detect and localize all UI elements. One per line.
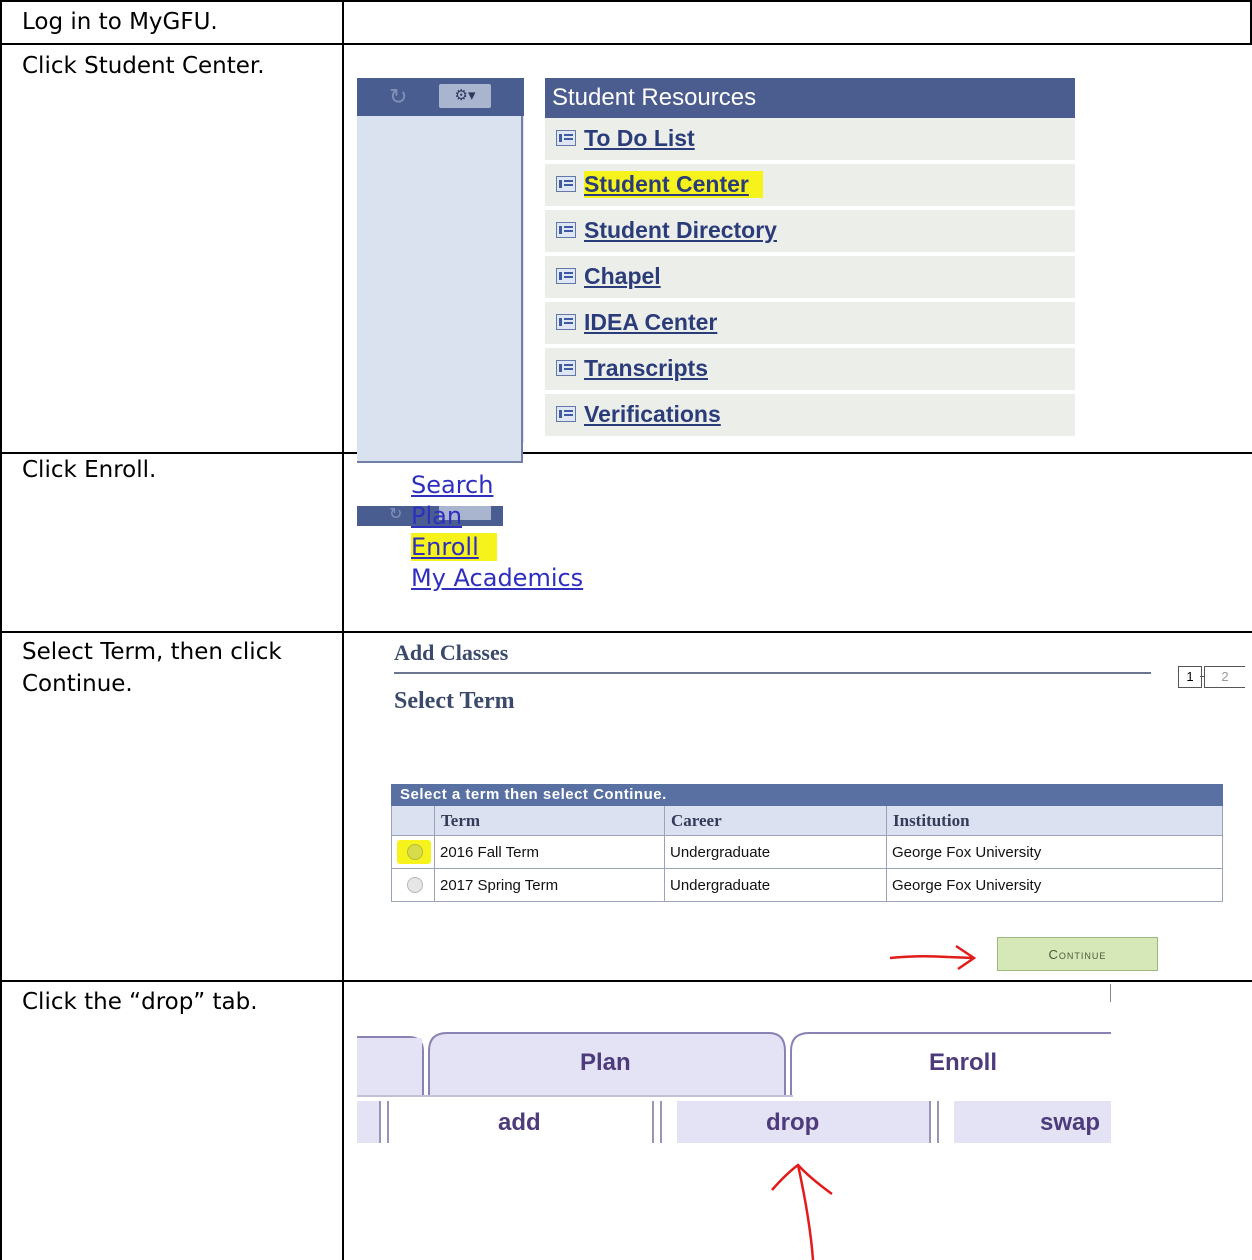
term-cell: 2017 Spring Term [435, 869, 665, 902]
table-border-left [0, 0, 2, 1260]
row-divider [0, 631, 1252, 633]
divider [1110, 984, 1111, 1002]
settings-gear-icon[interactable]: ⚙▾ [439, 84, 491, 108]
student-directory-link[interactable]: Student Directory [584, 217, 777, 244]
resource-row[interactable]: IDEA Center [545, 302, 1075, 346]
idea-center-link[interactable]: IDEA Center [584, 309, 717, 336]
tab-outlines [357, 1032, 1111, 1097]
sub-tab-edge [357, 1101, 379, 1143]
column-header-term: Term [435, 806, 665, 836]
resource-row[interactable]: Chapel [545, 256, 1075, 300]
career-cell: Undergraduate [665, 836, 887, 869]
tab-separator [379, 1101, 389, 1143]
row-divider [0, 980, 1252, 982]
student-resources-pagelet: Student Resources To Do List Student Cen… [545, 78, 1075, 446]
pagelet-body [357, 116, 523, 463]
term-table-caption: Select a term then select Continue. [391, 784, 1223, 806]
step-4-text: Select Term, then click Continue. [22, 639, 282, 697]
page-list-icon [556, 222, 576, 238]
chapel-link[interactable]: Chapel [584, 263, 661, 290]
enrollment-tabs: Plan Enroll add drop swap [357, 1025, 1111, 1155]
sub-tab-drop[interactable]: drop [766, 1109, 819, 1137]
page-list-icon [556, 406, 576, 422]
refresh-icon[interactable]: ↻ [389, 84, 407, 110]
pagelet-header: ↻ ⚙▾ [357, 78, 524, 116]
page-list-icon [556, 314, 576, 330]
page-list-icon [556, 360, 576, 376]
refresh-icon[interactable]: ↻ [389, 504, 402, 524]
term-radio-spring-2017[interactable] [407, 877, 423, 893]
resource-row[interactable]: Verifications [545, 394, 1075, 438]
row-divider [0, 43, 1252, 45]
radio-column-header [391, 806, 435, 836]
resource-row[interactable]: To Do List [545, 118, 1075, 162]
tab-enroll[interactable]: Enroll [929, 1049, 997, 1077]
tab-separator [652, 1101, 662, 1143]
page-list-icon [556, 130, 576, 146]
resource-row[interactable]: Student Center [545, 164, 1075, 208]
institution-cell: George Fox University [887, 869, 1223, 902]
transcripts-link[interactable]: Transcripts [584, 355, 708, 382]
portal-side-pagelet: ↻ ⚙▾ ↻ [357, 78, 524, 526]
column-header-career: Career [665, 806, 887, 836]
page-list-icon [556, 176, 576, 192]
resource-row[interactable]: Student Directory [545, 210, 1075, 254]
table-column-divider [342, 0, 344, 1260]
student-center-link[interactable]: Student Center [584, 171, 763, 198]
institution-cell: George Fox University [887, 836, 1223, 869]
enroll-link[interactable]: Enroll [411, 533, 497, 561]
red-arrow-up-icon [771, 1163, 833, 1260]
red-arrow-right-icon [889, 944, 977, 971]
page-list-icon [556, 268, 576, 284]
term-table: Select a term then select Continue. Term… [391, 784, 1223, 905]
career-cell: Undergraduate [665, 869, 887, 902]
step-5-text: Click the “drop” tab. [22, 989, 258, 1015]
resource-row[interactable]: Transcripts [545, 348, 1075, 392]
tab-separator [929, 1101, 939, 1143]
add-classes-title: Add Classes [394, 640, 509, 665]
select-term-title: Select Term [394, 688, 515, 714]
continue-button[interactable]: Continue [997, 937, 1158, 971]
table-row-radio-cell [391, 869, 435, 902]
search-link[interactable]: Search [411, 471, 493, 499]
step-indicator-2: 2 [1204, 666, 1245, 688]
term-cell: 2016 Fall Term [435, 836, 665, 869]
title-rule [394, 672, 1151, 674]
column-header-institution: Institution [887, 806, 1223, 836]
step-3-text: Click Enroll. [22, 457, 157, 483]
sub-tab-swap[interactable]: swap [1040, 1109, 1100, 1137]
verifications-link[interactable]: Verifications [584, 401, 721, 428]
sub-tab-add[interactable]: add [498, 1109, 541, 1137]
student-resources-header: Student Resources [545, 78, 1075, 118]
to-do-list-link[interactable]: To Do List [584, 125, 695, 152]
row-divider [0, 0, 1252, 2]
row-divider [0, 452, 1252, 454]
my-academics-link[interactable]: My Academics [411, 564, 583, 592]
plan-link[interactable]: Plan [411, 502, 462, 530]
step-1-text: Log in to MyGFU. [22, 9, 218, 35]
step-2-text: Click Student Center. [22, 53, 265, 79]
term-radio-fall-2016[interactable] [407, 844, 423, 860]
tab-plan[interactable]: Plan [580, 1049, 631, 1077]
table-row-radio-cell [391, 836, 435, 869]
step-indicator-1: 1 [1178, 666, 1202, 688]
